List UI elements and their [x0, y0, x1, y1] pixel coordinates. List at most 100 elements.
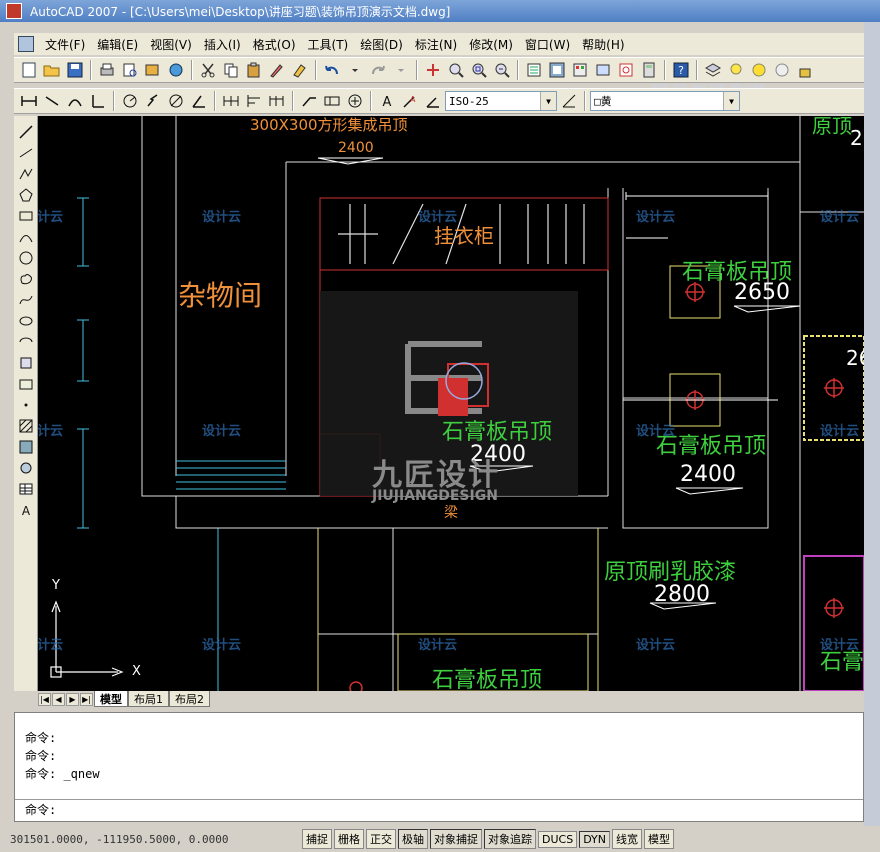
make-block-icon[interactable] — [16, 374, 36, 394]
open-folder-icon[interactable] — [41, 59, 63, 81]
layer-on-icon[interactable] — [725, 59, 747, 81]
properties-icon[interactable] — [523, 59, 545, 81]
calculator-icon[interactable] — [638, 59, 660, 81]
point-icon[interactable] — [16, 395, 36, 415]
aligned-dimension-icon[interactable] — [41, 90, 63, 112]
object-snap-toggle[interactable]: 对象捕捉 — [430, 829, 482, 849]
layer-color-icon[interactable] — [771, 59, 793, 81]
object-tracking-toggle[interactable]: 对象追踪 — [484, 829, 536, 849]
document-icon[interactable] — [18, 36, 34, 52]
tab-model[interactable]: 模型 — [94, 691, 128, 707]
arc-length-icon[interactable] — [64, 90, 86, 112]
undo-dropdown-icon[interactable] — [344, 59, 366, 81]
ducs-toggle[interactable]: DUCS — [538, 830, 578, 848]
arc-icon[interactable] — [16, 227, 36, 247]
menu-file[interactable]: 文件(F) — [40, 36, 90, 53]
continue-dimension-icon[interactable] — [266, 90, 288, 112]
diameter-dimension-icon[interactable] — [165, 90, 187, 112]
publish-icon[interactable] — [142, 59, 164, 81]
ortho-toggle[interactable]: 正交 — [366, 829, 396, 849]
save-icon[interactable] — [64, 59, 86, 81]
polar-toggle[interactable]: 极轴 — [398, 829, 428, 849]
linear-dimension-icon[interactable] — [18, 90, 40, 112]
redo-dropdown-icon[interactable] — [390, 59, 412, 81]
command-input[interactable]: 命令: — [15, 799, 863, 821]
layer-lock-icon[interactable] — [794, 59, 816, 81]
polyline-icon[interactable] — [16, 164, 36, 184]
drawing-canvas[interactable]: 300X300方形集成吊顶 2400 杂物间 挂衣柜 石膏板吊顶 2650 石膏… — [38, 116, 864, 691]
grid-toggle[interactable]: 栅格 — [334, 829, 364, 849]
model-space-toggle[interactable]: 模型 — [644, 829, 675, 849]
cut-icon[interactable] — [197, 59, 219, 81]
hatch-icon[interactable] — [16, 416, 36, 436]
tool-palettes-icon[interactable] — [569, 59, 591, 81]
copy-icon[interactable] — [220, 59, 242, 81]
tab-layout1[interactable]: 布局1 — [128, 691, 169, 707]
menu-view[interactable]: 视图(V) — [145, 36, 197, 53]
markup-icon[interactable] — [615, 59, 637, 81]
sheet-set-icon[interactable] — [592, 59, 614, 81]
menu-dimension[interactable]: 标注(N) — [410, 36, 462, 53]
jogged-dimension-icon[interactable] — [142, 90, 164, 112]
region-icon[interactable] — [16, 458, 36, 478]
snap-toggle[interactable]: 捕捉 — [302, 829, 332, 849]
next-tab-icon[interactable]: ▶ — [66, 692, 79, 706]
dyn-toggle[interactable]: DYN — [579, 830, 611, 848]
menu-window[interactable]: 窗口(W) — [520, 36, 575, 53]
block-editor-icon[interactable] — [289, 59, 311, 81]
previous-tab-icon[interactable]: ◀ — [52, 692, 65, 706]
table-icon[interactable] — [16, 479, 36, 499]
menu-modify[interactable]: 修改(M) — [464, 36, 518, 53]
dimension-update-icon[interactable] — [422, 90, 444, 112]
ellipse-icon[interactable] — [16, 311, 36, 331]
redo-icon[interactable] — [367, 59, 389, 81]
dimension-edit-icon[interactable]: A — [376, 90, 398, 112]
chevron-down-icon[interactable]: ▼ — [540, 92, 556, 110]
pan-icon[interactable] — [422, 59, 444, 81]
print-icon[interactable] — [96, 59, 118, 81]
ordinate-dimension-icon[interactable] — [87, 90, 109, 112]
menu-edit[interactable]: 编辑(E) — [92, 36, 143, 53]
baseline-dimension-icon[interactable] — [243, 90, 265, 112]
match-properties-icon[interactable] — [266, 59, 288, 81]
quick-dimension-icon[interactable] — [220, 90, 242, 112]
chevron-down-icon[interactable]: ▼ — [723, 92, 739, 110]
layers-icon[interactable] — [702, 59, 724, 81]
first-tab-icon[interactable]: |◀ — [38, 692, 51, 706]
dim-style-select[interactable]: ISO-25 ▼ — [445, 91, 557, 111]
center-mark-icon[interactable] — [344, 90, 366, 112]
tolerance-icon[interactable] — [321, 90, 343, 112]
layer-freeze-icon[interactable] — [748, 59, 770, 81]
circle-icon[interactable] — [16, 248, 36, 268]
ellipse-arc-icon[interactable] — [16, 332, 36, 352]
zoom-realtime-icon[interactable] — [445, 59, 467, 81]
last-tab-icon[interactable]: ▶| — [80, 692, 93, 706]
print-preview-icon[interactable] — [119, 59, 141, 81]
menu-tools[interactable]: 工具(T) — [303, 36, 354, 53]
gradient-icon[interactable] — [16, 437, 36, 457]
lineweight-toggle[interactable]: 线宽 — [612, 829, 643, 849]
tab-layout2[interactable]: 布局2 — [169, 691, 210, 707]
layer-select[interactable]: □黄 ▼ — [590, 91, 740, 111]
zoom-previous-icon[interactable] — [491, 59, 513, 81]
spline-icon[interactable] — [16, 290, 36, 310]
menu-format[interactable]: 格式(O) — [248, 36, 301, 53]
paste-icon[interactable] — [243, 59, 265, 81]
radius-dimension-icon[interactable] — [119, 90, 141, 112]
rectangle-icon[interactable] — [16, 206, 36, 226]
menu-draw[interactable]: 绘图(D) — [355, 36, 408, 53]
polygon-icon[interactable] — [16, 185, 36, 205]
revision-cloud-icon[interactable] — [16, 269, 36, 289]
help-icon[interactable]: ? — [670, 59, 692, 81]
zoom-window-icon[interactable] — [468, 59, 490, 81]
insert-block-icon[interactable] — [16, 353, 36, 373]
new-file-icon[interactable] — [18, 59, 40, 81]
dimension-text-edit-icon[interactable]: A — [399, 90, 421, 112]
menu-help[interactable]: 帮助(H) — [577, 36, 629, 53]
dimension-style-icon[interactable] — [558, 90, 580, 112]
design-center-icon[interactable] — [546, 59, 568, 81]
undo-icon[interactable] — [321, 59, 343, 81]
menu-insert[interactable]: 插入(I) — [199, 36, 246, 53]
angular-dimension-icon[interactable] — [188, 90, 210, 112]
line-icon[interactable] — [16, 122, 36, 142]
